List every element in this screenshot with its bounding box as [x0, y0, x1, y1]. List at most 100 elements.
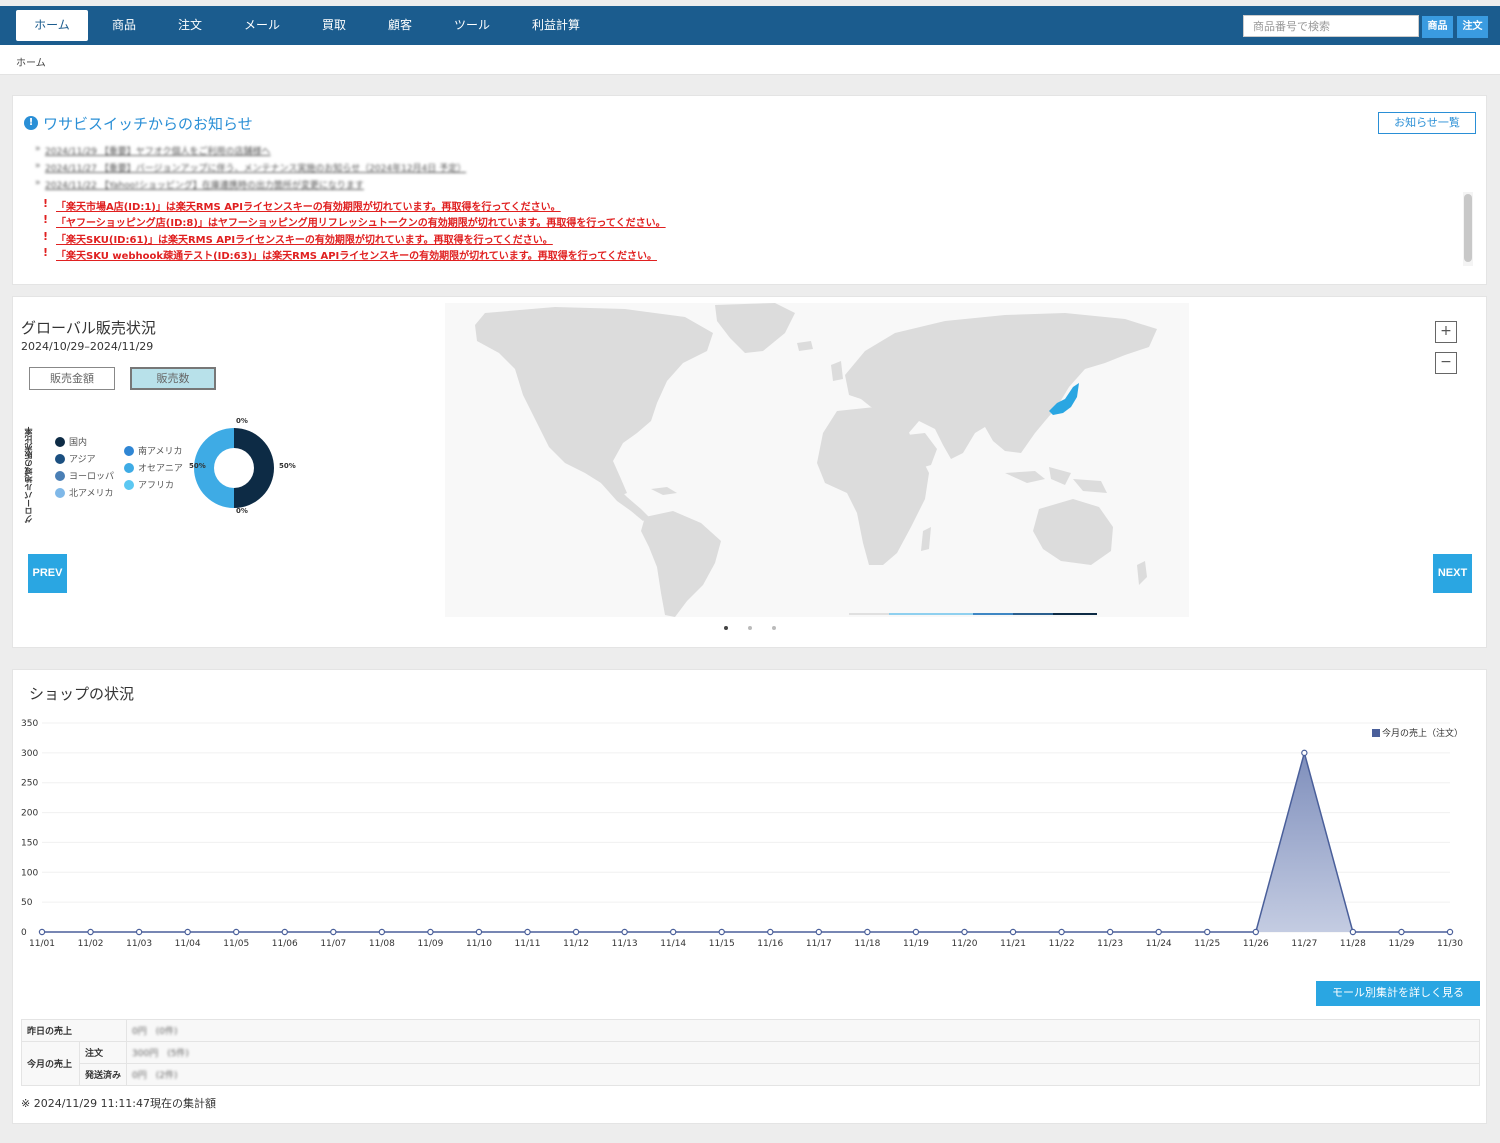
donut-y-label: グローバル地域の販売比率 — [24, 427, 33, 523]
data-point — [475, 928, 483, 936]
nav-orders[interactable]: 注文 — [160, 10, 220, 41]
alert-icon: ! — [43, 246, 49, 259]
x-tick-label: 11/05 — [223, 939, 249, 949]
map-zoom-in-button[interactable]: + — [1435, 321, 1457, 343]
x-tick-label: 11/09 — [417, 939, 443, 949]
nav-purchase[interactable]: 買取 — [304, 10, 364, 41]
legend-swatch — [55, 487, 65, 498]
news-list-button[interactable]: お知らせ一覧 — [1378, 112, 1476, 134]
data-point — [233, 928, 240, 936]
legend-label: アフリカ — [138, 481, 175, 491]
data-point — [1349, 928, 1357, 936]
nav-products[interactable]: 商品 — [88, 10, 160, 41]
x-tick-label: 11/08 — [369, 939, 395, 949]
legend-item: アジア — [55, 452, 96, 465]
month-sales-label: 今月の売上 — [21, 1041, 80, 1086]
toggle-sales-amount[interactable]: 販売金額 — [29, 367, 115, 390]
legend-swatch — [124, 479, 134, 490]
alert-link[interactable]: 「ヤフーショッピング店(ID:8)」はヤフーショッピング用リフレッシュトークンの… — [56, 214, 666, 229]
nav-profit[interactable]: 利益計算 — [508, 10, 604, 41]
news-title: ワサビスイッチからのお知らせ — [43, 115, 253, 133]
data-point — [330, 928, 337, 936]
x-tick-label: 11/15 — [709, 939, 735, 949]
y-tick-label: 100 — [21, 868, 38, 878]
x-tick-label: 11/29 — [1388, 939, 1414, 949]
carousel-dot[interactable] — [748, 626, 752, 630]
nav-home[interactable]: ホーム — [16, 10, 88, 41]
alert-link[interactable]: 「楽天市場A店(ID:1)」は楽天RMS APIライセンスキーの有効期限が切れて… — [56, 198, 561, 213]
donut-label-right: 50% — [279, 462, 296, 470]
x-tick-label: 11/30 — [1437, 939, 1463, 949]
x-tick-label: 11/22 — [1049, 939, 1075, 949]
x-tick-label: 11/28 — [1340, 939, 1366, 949]
monthly-sales-chart: 0 50 100 150 200 250 300 350 11/01 11/02 11/03 11/0… — [21, 719, 1463, 949]
data-point — [1252, 928, 1259, 936]
nav-customers[interactable]: 顧客 — [364, 10, 436, 41]
x-tick-label: 11/01 — [29, 939, 55, 949]
x-tick-label: 11/07 — [320, 939, 346, 949]
order-value: 300円 (5件) — [126, 1041, 1480, 1064]
mall-summary-button[interactable]: モール別集計を詳しく見る — [1316, 981, 1480, 1006]
info-icon: ! — [24, 116, 38, 130]
x-tick-label: 11/21 — [1000, 939, 1026, 949]
donut-slice-domestic — [234, 428, 274, 508]
nav-mail[interactable]: メール — [220, 10, 304, 41]
data-point — [1058, 928, 1065, 936]
data-point — [815, 928, 823, 936]
data-point — [378, 928, 386, 936]
search-order-button[interactable]: 注文 — [1457, 16, 1488, 38]
table-row: 昨日の売上 0円 (0件) — [20, 1019, 1480, 1042]
search-product-button[interactable]: 商品 — [1422, 16, 1453, 38]
alert-icon: ! — [43, 230, 49, 243]
yesterday-sales-value: 0円 (0件) — [126, 1019, 1480, 1042]
carousel-dot[interactable] — [772, 626, 776, 630]
carousel-prev-button[interactable]: PREV — [28, 554, 67, 593]
data-point — [961, 928, 968, 936]
data-point — [1301, 749, 1308, 757]
x-tick-label: 11/18 — [854, 939, 880, 949]
data-point — [1155, 928, 1162, 936]
x-tick-label: 11/17 — [806, 939, 832, 949]
data-point — [767, 928, 774, 936]
y-tick-label: 250 — [21, 779, 38, 789]
data-point — [864, 928, 871, 936]
breadcrumb-bar: ホーム — [0, 45, 1500, 75]
map-zoom-out-button[interactable]: − — [1435, 352, 1457, 374]
y-tick-label: 200 — [21, 809, 38, 819]
x-tick-label: 11/11 — [515, 939, 541, 949]
legend-item: ヨーロッパ — [55, 469, 114, 482]
legend-swatch — [55, 470, 65, 481]
news-scrollbar-thumb[interactable] — [1464, 194, 1472, 262]
carousel-next-button[interactable]: NEXT — [1433, 554, 1472, 593]
aggregation-footnote: ※ 2024/11/29 11:11:47現在の集計額 — [21, 1097, 217, 1110]
carousel-dot[interactable] — [724, 626, 728, 630]
toggle-sales-count[interactable]: 販売数 — [130, 367, 216, 390]
global-sales-date-range: 2024/10/29–2024/11/29 — [21, 340, 154, 353]
data-point — [135, 928, 143, 936]
legend-item: 南アメリカ — [124, 444, 183, 457]
data-point — [621, 928, 628, 936]
alert-link[interactable]: 「楽天SKU webhook疎通テスト(ID:63)」は楽天RMS APIライセ… — [56, 247, 657, 262]
legend-swatch — [1372, 729, 1380, 737]
y-tick-label: 350 — [21, 719, 38, 729]
legend-swatch — [124, 445, 134, 456]
product-search-input[interactable] — [1243, 15, 1419, 37]
sales-summary-table: 昨日の売上 0円 (0件) 今月の売上 注文 300円 (5件) 発送済み 0円… — [20, 1019, 1480, 1086]
legend-label: 南アメリカ — [138, 447, 183, 457]
data-point — [1009, 928, 1017, 936]
donut-label-top: 0% — [236, 417, 248, 425]
news-item[interactable]: 2024/11/22 【Yahoo!ショッピング】在庫連携時の出力箇所が変更にな… — [35, 178, 364, 191]
data-point — [281, 928, 288, 936]
x-tick-label: 11/12 — [563, 939, 589, 949]
world-map[interactable] — [445, 303, 1189, 617]
legend-label: 今月の売上（注文） — [1382, 727, 1463, 739]
legend-item: オセアニア — [124, 461, 183, 474]
news-item[interactable]: 2024/11/27 【重要】バージョンアップに伴う、メンテナンス実施のお知らせ… — [35, 161, 466, 174]
alert-link[interactable]: 「楽天SKU(ID:61)」は楽天RMS APIライセンスキーの有効期限が切れて… — [56, 231, 553, 246]
data-point — [1106, 928, 1114, 936]
news-panel: ! ワサビスイッチからのお知らせ お知らせ一覧 2024/11/29 【重要】ヤ… — [12, 95, 1487, 285]
nav-tools[interactable]: ツール — [436, 10, 508, 41]
news-item[interactable]: 2024/11/29 【重要】ヤフオク個人をご利用の店舗様へ — [35, 144, 271, 157]
x-tick-label: 11/10 — [466, 939, 492, 949]
data-point — [524, 928, 531, 936]
